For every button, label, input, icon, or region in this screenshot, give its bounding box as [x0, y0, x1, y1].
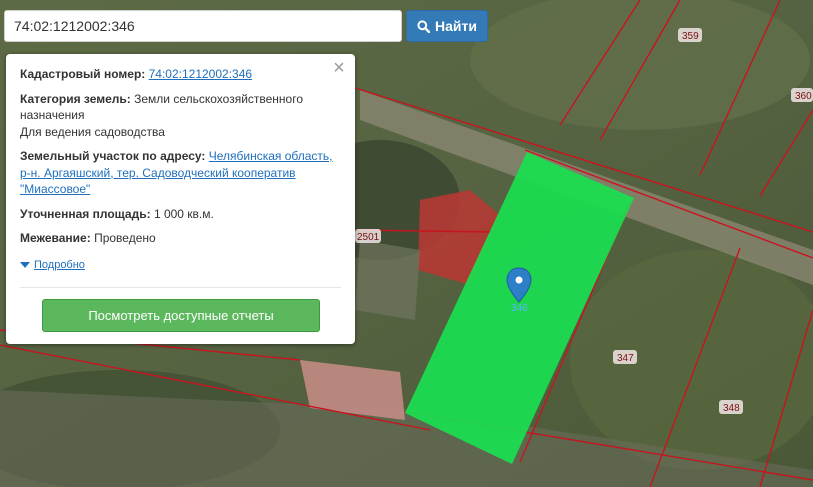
survey-row: Межевание: Проведено: [20, 230, 341, 247]
cadastral-number-link[interactable]: 74:02:1212002:346: [149, 67, 252, 81]
parcel-label-360: 360: [795, 91, 812, 102]
land-category-label: Категория земель:: [20, 91, 131, 106]
details-link[interactable]: Подробно: [34, 257, 85, 274]
find-button-label: Найти: [435, 18, 477, 34]
area-row: Уточненная площадь: 1 000 кв.м.: [20, 206, 341, 223]
divider: [20, 287, 341, 288]
parcel-label-2501: 2501: [357, 232, 380, 243]
close-icon[interactable]: ×: [331, 58, 347, 78]
land-category-row: Категория земель: Земли сельскохозяйстве…: [20, 91, 341, 141]
search-icon: [417, 19, 431, 33]
cadastral-number-row: Кадастровый номер: 74:02:1212002:346: [20, 66, 341, 83]
address-row: Земельный участок по адресу: Челябинская…: [20, 148, 341, 198]
details-toggle[interactable]: Подробно: [20, 257, 341, 274]
parcel-label-359: 359: [682, 31, 699, 42]
survey-value: Проведено: [94, 231, 156, 245]
survey-label: Межевание:: [20, 231, 91, 245]
land-use-value: Для ведения садоводства: [20, 124, 165, 139]
area-value: 1 000 кв.м.: [153, 206, 214, 221]
view-reports-button[interactable]: Посмотреть доступные отчеты: [42, 299, 320, 332]
parcel-info-popup: × Кадастровый номер: 74:02:1212002:346 К…: [6, 54, 355, 344]
triangle-down-icon: [20, 261, 30, 268]
parcel-label-347: 347: [617, 353, 634, 364]
area-label: Уточненная площадь:: [20, 206, 151, 221]
parcel-marker[interactable]: 346: [506, 267, 532, 314]
marker-label: 346: [511, 303, 528, 314]
address-label: Земельный участок по адресу:: [20, 149, 206, 163]
cadastral-search-input[interactable]: [4, 10, 402, 42]
parcel-label-348: 348: [723, 403, 740, 414]
find-button[interactable]: Найти: [406, 10, 488, 42]
cadastral-number-label: Кадастровый номер:: [20, 67, 146, 81]
